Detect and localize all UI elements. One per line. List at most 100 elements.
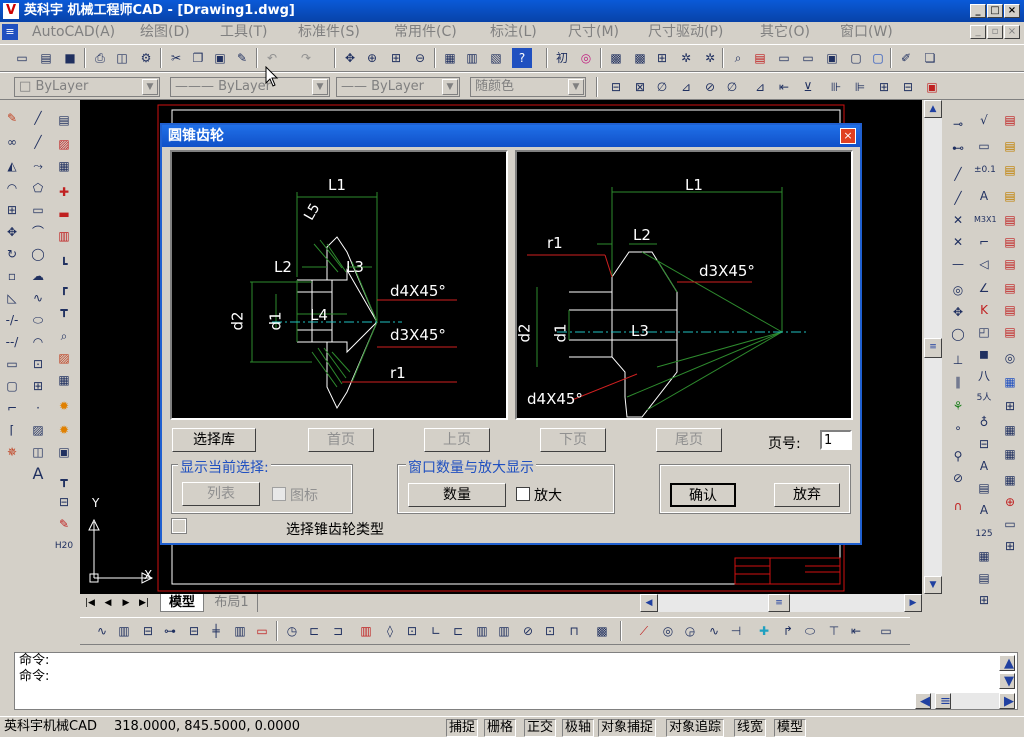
annot-tool-5-icon[interactable]: ✕ [948, 210, 968, 230]
doc-close-icon[interactable]: × [1004, 25, 1020, 39]
match-properties-icon[interactable]: ✎ [232, 48, 252, 68]
symbol-21-icon[interactable]: ▤ [974, 568, 994, 588]
gear-tool-4-icon[interactable]: ✲ [676, 48, 696, 68]
bt-22-icon[interactable]: ▩ [592, 621, 612, 641]
dim-tool-13-icon[interactable]: ⊟ [898, 77, 918, 97]
scroll-thumb[interactable]: ≡ [924, 338, 942, 358]
arc-icon[interactable]: ⌒ [28, 222, 48, 242]
frame-tool-2-icon[interactable]: ▭ [798, 48, 818, 68]
last-page-button[interactable]: 尾页 [656, 428, 722, 452]
bt-2-icon[interactable]: ▥ [114, 621, 134, 641]
dim-tool-7-icon[interactable]: ⊿ [750, 77, 770, 97]
maximize-icon[interactable]: □ [987, 4, 1003, 18]
target-icon[interactable]: ◎ [576, 48, 596, 68]
bt-29-icon[interactable]: ↱ [778, 621, 798, 641]
frame-4-icon[interactable]: ▤ [1000, 186, 1020, 206]
scale-icon[interactable]: ▫ [2, 266, 22, 286]
tab-first-icon[interactable]: |◀ [82, 595, 98, 611]
scroll-up-icon[interactable]: ▲ [924, 100, 942, 118]
dim-tool-11-icon[interactable]: ⊫ [850, 77, 870, 97]
frame-6-icon[interactable]: ▤ [1000, 232, 1020, 252]
cut-icon[interactable]: ✂ [166, 48, 186, 68]
annot-tool-9-icon[interactable]: ✥ [948, 302, 968, 322]
layer-tool-icon[interactable]: ▤ [750, 48, 770, 68]
list-button[interactable]: 列表 [182, 482, 260, 506]
make-block-icon[interactable]: ⊞ [28, 376, 48, 396]
point-icon[interactable]: · [28, 398, 48, 418]
symbol-6-icon[interactable]: ⌐ [974, 232, 994, 252]
bt-8-icon[interactable]: ▭ [252, 621, 272, 641]
spline-icon[interactable]: ∿ [28, 288, 48, 308]
frame-10-icon[interactable]: ▤ [1000, 322, 1020, 342]
close-icon[interactable]: × [1004, 4, 1020, 18]
menu-draw[interactable]: 绘图(D) [136, 22, 194, 42]
polyline-icon[interactable]: ⤳ [28, 156, 48, 176]
status-otrack[interactable]: 对象追踪 [666, 719, 725, 737]
cmd-scroll-left-icon[interactable]: ◀ [915, 693, 931, 709]
chevron-down-icon[interactable]: ▼ [442, 79, 458, 95]
hatch-icon[interactable]: ▨ [28, 420, 48, 440]
annot-tool-2-icon[interactable]: ⊷ [948, 138, 968, 158]
bt-1-icon[interactable]: ∿ [92, 621, 112, 641]
menu-annotate[interactable]: 标注(L) [486, 22, 541, 42]
gear-preview-right[interactable]: L1 r1 L2 d3X45° d2 d1 L3 d4X45° [515, 150, 853, 420]
symbol-2-icon[interactable]: ▭ [974, 136, 994, 156]
status-ortho[interactable]: 正交 [524, 719, 557, 737]
bt-28-icon[interactable]: ✚ [754, 621, 774, 641]
chevron-down-icon[interactable]: ▼ [568, 79, 584, 95]
tab-last-icon[interactable]: ▶| [136, 595, 152, 611]
bt-3-icon[interactable]: ⊟ [138, 621, 158, 641]
properties-icon[interactable]: ▦ [440, 48, 460, 68]
bt-13-icon[interactable]: ◊ [380, 621, 400, 641]
bt-6-icon[interactable]: ╪ [206, 621, 226, 641]
gear-tool-1-icon[interactable]: ▩ [606, 48, 626, 68]
line-icon[interactable]: ╱ [28, 108, 48, 128]
break-icon[interactable]: ▭ [2, 354, 22, 374]
menu-dimension-drive[interactable]: 尺寸驱动(P) [644, 22, 727, 42]
symbol-1-icon[interactable]: √ [974, 110, 994, 130]
open-icon[interactable]: ▤ [36, 48, 56, 68]
symbol-19-icon[interactable]: 125 [974, 524, 994, 544]
chamfer-icon[interactable]: ⌐ [2, 398, 22, 418]
menu-standard-parts[interactable]: 标准件(S) [294, 22, 364, 42]
dim-tool-10-icon[interactable]: ⊪ [826, 77, 846, 97]
explode-icon[interactable]: ✵ [2, 442, 22, 462]
chevron-down-icon[interactable]: ▼ [142, 79, 158, 95]
bt-7-icon[interactable]: ▥ [230, 621, 250, 641]
publish-icon[interactable]: ⚙ [136, 48, 156, 68]
linetype-combo[interactable]: ——— ByLayer ▼ [170, 77, 330, 97]
frame-13-icon[interactable]: ⊞ [1000, 396, 1020, 416]
ellipse-icon[interactable]: ⬭ [28, 310, 48, 330]
annot-tool-7-icon[interactable]: — [948, 254, 968, 274]
mech-tool-17-icon[interactable]: ⊟ [54, 492, 74, 512]
region-icon[interactable]: ◫ [28, 442, 48, 462]
dim-tool-3-icon[interactable]: ∅ [652, 77, 672, 97]
bt-25-icon[interactable]: ◶ [680, 621, 700, 641]
dim-tool-2-icon[interactable]: ⊠ [630, 77, 650, 97]
dim-tool-12-icon[interactable]: ⊞ [874, 77, 894, 97]
chevron-down-icon[interactable]: ▼ [312, 79, 328, 95]
cmd-hscroll[interactable]: ◀ ≡ ▶ [915, 693, 1015, 709]
annot-tool-12-icon[interactable]: ∥ [948, 372, 968, 392]
bt-16-icon[interactable]: ⊏ [448, 621, 468, 641]
rotate-icon[interactable]: ↻ [2, 244, 22, 264]
count-button[interactable]: 数量 [408, 483, 506, 507]
status-snap[interactable]: 捕捉 [446, 719, 479, 737]
search-icon[interactable]: ⌕ [728, 48, 748, 68]
annot-tool-15-icon[interactable]: ⚲ [948, 446, 968, 466]
vertical-scrollbar[interactable]: ▲ ≡ ▼ [924, 100, 942, 594]
scroll-right-icon[interactable]: ▶ [904, 594, 922, 612]
mech-tool-16-icon[interactable]: ┳ [54, 470, 74, 490]
move-icon[interactable]: ✥ [2, 222, 22, 242]
frame-11-icon[interactable]: ◎ [1000, 348, 1020, 368]
bt-20-icon[interactable]: ⊡ [540, 621, 560, 641]
symbol-8-icon[interactable]: ∠ [974, 278, 994, 298]
dim-tool-6-icon[interactable]: ∅ [722, 77, 742, 97]
dim-tool-9-icon[interactable]: ⊻ [798, 77, 818, 97]
document-icon[interactable]: ≡ [2, 24, 18, 40]
symbol-22-icon[interactable]: ⊞ [974, 590, 994, 610]
symbol-13-icon[interactable]: 5人 [974, 388, 994, 408]
polygon-icon[interactable]: ⬠ [28, 178, 48, 198]
symbol-14-icon[interactable]: ♁ [974, 412, 994, 432]
zoom-previous-icon[interactable]: ⊖ [410, 48, 430, 68]
